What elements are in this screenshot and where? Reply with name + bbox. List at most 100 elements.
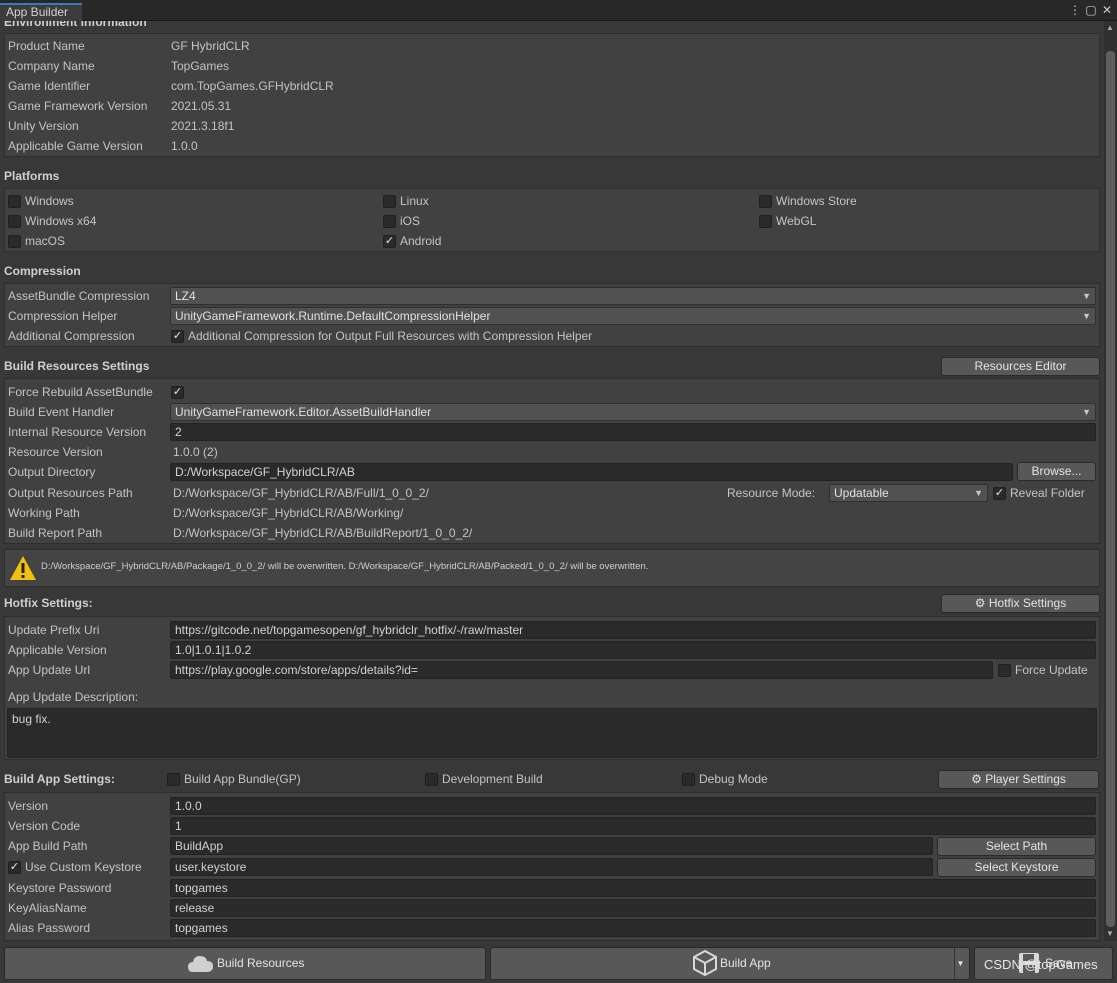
force-update-checkbox[interactable] bbox=[998, 664, 1011, 677]
app-update-description-input[interactable]: bug fix. bbox=[7, 708, 1097, 758]
dropdown-arrow-icon: ▼ bbox=[1082, 311, 1091, 321]
build-app-dropdown-icon[interactable]: ▼ bbox=[954, 948, 966, 979]
compression-helper-dropdown[interactable]: UnityGameFramework.Runtime.DefaultCompre… bbox=[170, 307, 1096, 325]
debug-mode-label: Debug Mode bbox=[699, 772, 768, 786]
env-value: com.TopGames.GFHybridCLR bbox=[171, 79, 334, 93]
working-path-value: D:/Workspace/GF_HybridCLR/AB/Working/ bbox=[173, 506, 404, 520]
build-report-path-label: Build Report Path bbox=[8, 526, 103, 540]
update-prefix-uri-input[interactable]: https://gitcode.net/topgamesopen/gf_hybr… bbox=[170, 621, 1096, 639]
player-settings-button[interactable]: ⚙ Player Settings bbox=[938, 770, 1099, 789]
platform-checkbox-android[interactable]: ✓ bbox=[383, 235, 396, 248]
build-app-section-title: Build App Settings: bbox=[4, 772, 115, 786]
keystore-input[interactable]: user.keystore bbox=[170, 858, 933, 876]
development-build-label: Development Build bbox=[442, 772, 543, 786]
platform-checkbox[interactable] bbox=[383, 215, 396, 228]
env-panel bbox=[4, 33, 1100, 157]
additional-compression-label: Additional Compression bbox=[8, 329, 135, 343]
force-update-label: Force Update bbox=[1015, 663, 1088, 677]
version-code-label: Version Code bbox=[8, 819, 81, 833]
version-code-input[interactable]: 1 bbox=[170, 817, 1096, 835]
checkmark-icon: ✓ bbox=[172, 386, 183, 398]
env-label: Company Name bbox=[8, 59, 95, 73]
additional-compression-checkbox[interactable]: ✓ bbox=[171, 330, 184, 343]
build-app-bundle-label: Build App Bundle(GP) bbox=[184, 772, 301, 786]
output-resources-path-value: D:/Workspace/GF_HybridCLR/AB/Full/1_0_0_… bbox=[173, 486, 429, 500]
debug-mode-checkbox[interactable] bbox=[682, 773, 695, 786]
env-label: Applicable Game Version bbox=[8, 139, 143, 153]
select-keystore-button[interactable]: Select Keystore bbox=[937, 858, 1096, 877]
platform-label: Linux bbox=[400, 194, 429, 208]
use-custom-keystore-checkbox[interactable]: ✓ bbox=[8, 861, 21, 874]
platform-checkbox[interactable] bbox=[8, 235, 21, 248]
force-rebuild-checkbox[interactable]: ✓ bbox=[171, 386, 184, 399]
internal-resource-version-input[interactable]: 2 bbox=[170, 423, 1096, 441]
env-value: TopGames bbox=[171, 59, 230, 73]
key-alias-name-label: KeyAliasName bbox=[8, 901, 87, 915]
version-input[interactable]: 1.0.0 bbox=[170, 797, 1096, 815]
build-app-bundle-checkbox[interactable] bbox=[167, 773, 180, 786]
dropdown-arrow-icon: ▼ bbox=[1082, 291, 1091, 301]
compression-helper-label: Compression Helper bbox=[8, 309, 118, 323]
platforms-section-title: Platforms bbox=[4, 169, 60, 183]
browse-button[interactable]: Browse... bbox=[1017, 462, 1096, 481]
platform-checkbox[interactable] bbox=[759, 195, 772, 208]
button-label: Player Settings bbox=[985, 772, 1066, 786]
env-value: 2021.05.31 bbox=[171, 99, 232, 113]
platform-label: iOS bbox=[400, 214, 421, 228]
resource-version-label: Resource Version bbox=[8, 445, 103, 459]
dropdown-arrow-icon: ▼ bbox=[974, 488, 983, 498]
platform-checkbox[interactable] bbox=[8, 195, 21, 208]
app-build-path-input[interactable]: BuildApp bbox=[170, 837, 933, 855]
cloud-icon bbox=[188, 956, 213, 972]
scrollbar-thumb[interactable] bbox=[1106, 51, 1115, 927]
warning-icon bbox=[10, 556, 36, 580]
env-section-title: Environment Information bbox=[4, 21, 147, 29]
development-build-checkbox[interactable] bbox=[425, 773, 438, 786]
output-directory-input[interactable]: D:/Workspace/GF_HybridCLR/AB bbox=[170, 463, 1013, 481]
platform-label: Android bbox=[400, 234, 442, 248]
maximize-icon[interactable]: ▢ bbox=[1084, 2, 1098, 18]
build-event-handler-dropdown[interactable]: UnityGameFramework.Editor.AssetBuildHand… bbox=[170, 403, 1096, 421]
scroll-up-icon[interactable]: ▲ bbox=[1106, 23, 1114, 32]
alias-password-input[interactable]: topgames bbox=[170, 919, 1096, 937]
vertical-scrollbar[interactable]: ▲ ▼ bbox=[1104, 21, 1117, 941]
platform-label: Windows Store bbox=[776, 194, 857, 208]
platform-checkbox[interactable] bbox=[383, 195, 396, 208]
select-path-button[interactable]: Select Path bbox=[937, 837, 1096, 856]
key-alias-name-input[interactable]: release bbox=[170, 899, 1096, 917]
close-icon[interactable]: ✕ bbox=[1100, 2, 1114, 18]
applicable-version-input[interactable]: 1.0|1.0.1|1.0.2 bbox=[170, 641, 1096, 659]
warning-text: D:/Workspace/GF_HybridCLR/AB/Package/1_0… bbox=[41, 561, 649, 572]
internal-resource-version-label: Internal Resource Version bbox=[8, 425, 147, 439]
gear-icon: ⚙ bbox=[971, 772, 982, 786]
resource-mode-dropdown[interactable]: Updatable ▼ bbox=[829, 484, 988, 502]
more-menu-icon[interactable]: ⋮ bbox=[1068, 2, 1082, 18]
assetbundle-compression-dropdown[interactable]: LZ4 ▼ bbox=[170, 287, 1096, 305]
platform-label: WebGL bbox=[776, 214, 817, 228]
gear-icon: ⚙ bbox=[974, 596, 986, 610]
hotfix-settings-button[interactable]: ⚙ Hotfix Settings bbox=[941, 594, 1100, 613]
build-app-button[interactable]: Build App ▼ bbox=[490, 947, 970, 980]
scroll-down-icon[interactable]: ▼ bbox=[1106, 929, 1114, 938]
build-resources-section-title: Build Resources Settings bbox=[4, 359, 150, 373]
platform-checkbox[interactable] bbox=[759, 215, 772, 228]
checkmark-icon: ✓ bbox=[9, 861, 20, 873]
build-resources-button[interactable]: Build Resources bbox=[4, 947, 486, 980]
additional-compression-text: Additional Compression for Output Full R… bbox=[188, 329, 593, 343]
output-resources-path-label: Output Resources Path bbox=[8, 486, 133, 500]
platform-label: Windows x64 bbox=[25, 214, 97, 228]
keystore-password-label: Keystore Password bbox=[8, 881, 112, 895]
window-titlebar: App Builder ⋮ ▢ ✕ bbox=[0, 0, 1117, 21]
env-value: 1.0.0 bbox=[171, 139, 198, 153]
output-directory-label: Output Directory bbox=[8, 465, 96, 479]
keystore-password-input[interactable]: topgames bbox=[170, 879, 1096, 897]
tab-app-builder[interactable]: App Builder bbox=[0, 3, 82, 21]
reveal-folder-checkbox[interactable]: ✓ bbox=[993, 487, 1006, 500]
env-value: 2021.3.18f1 bbox=[171, 119, 235, 133]
build-event-handler-label: Build Event Handler bbox=[8, 405, 115, 419]
platform-checkbox[interactable] bbox=[8, 215, 21, 228]
app-update-url-input[interactable]: https://play.google.com/store/apps/detai… bbox=[170, 661, 993, 679]
dropdown-value: UnityGameFramework.Editor.AssetBuildHand… bbox=[175, 405, 432, 419]
dropdown-arrow-icon: ▼ bbox=[1082, 407, 1091, 417]
resources-editor-button[interactable]: Resources Editor bbox=[941, 357, 1100, 376]
